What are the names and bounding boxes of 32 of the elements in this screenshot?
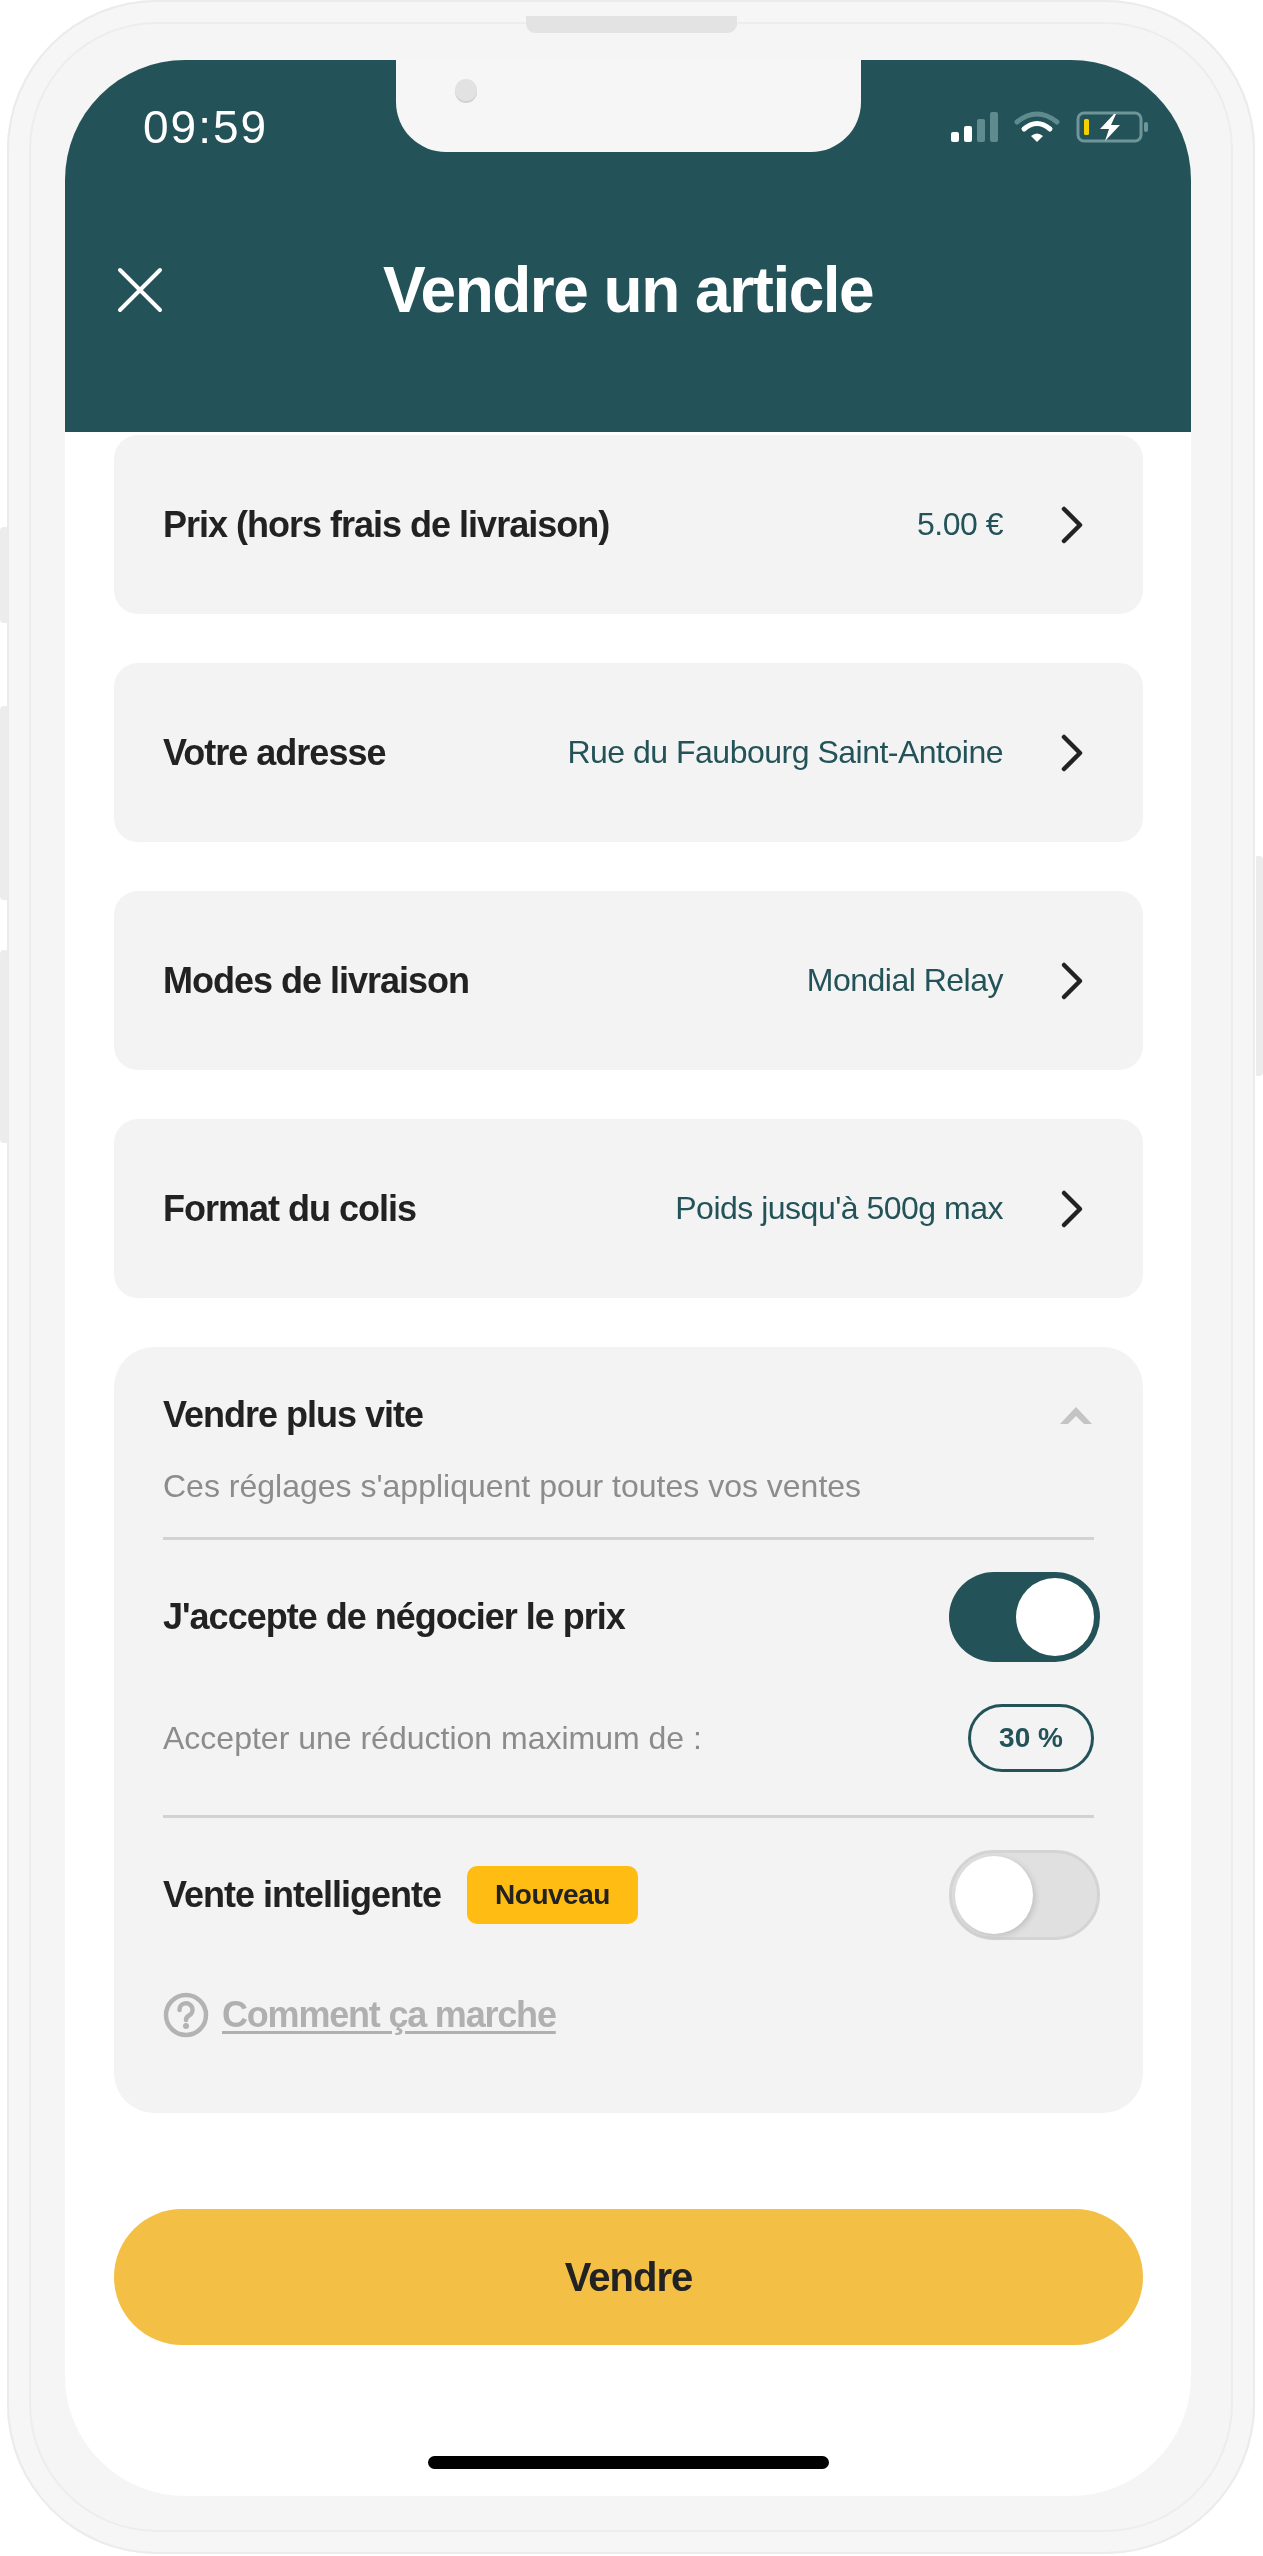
camera-dot-icon [455,79,477,101]
form-row[interactable]: Votre adresse Rue du Faubourg Saint-Antoine [114,663,1143,842]
close-icon[interactable] [117,267,163,313]
setting-label: Vente intelligente [163,1874,442,1916]
discount-label: Accepter une réduction maximum de : [163,1719,702,1757]
field-label: Votre adresse [163,731,386,774]
status-time: 09:59 [143,100,269,154]
field-value: Rue du Faubourg Saint-Antoine [566,734,1003,771]
wifi-icon [1014,111,1060,143]
new-badge: Nouveau [467,1866,638,1924]
setting-label: J'accepte de négocier le prix [163,1596,625,1638]
field-value: Mondial Relay [805,962,1003,999]
form-row[interactable]: Prix (hors frais de livraison) 5.00 € [114,435,1143,614]
chevron-right-icon [1060,504,1084,545]
form-row[interactable]: Format du colis Poids jusqu'à 500g max [114,1119,1143,1298]
field-label: Modes de livraison [163,959,470,1002]
field-value: 5.00 € [916,506,1003,543]
sell-button[interactable]: Vendre [114,2209,1143,2345]
battery-charging-icon [1076,111,1149,143]
chevron-right-icon [1060,960,1084,1001]
signal-icon [951,112,998,142]
section-subtitle: Ces réglages s'appliquent pour toutes vos ventes [163,1467,863,1506]
section-title: Vendre plus vite [163,1393,424,1437]
discount-value-pill[interactable]: 30 % [968,1704,1094,1772]
field-label: Prix (hors frais de livraison) [163,503,610,546]
field-value: Poids jusqu'à 500g max [674,1190,1003,1227]
page-title: Vendre un article [382,254,874,326]
field-label: Format du colis [163,1187,417,1230]
chevron-right-icon [1060,732,1084,773]
form-row[interactable]: Modes de livraison Mondial Relay [114,891,1143,1070]
help-icon [163,1992,209,2038]
chevron-right-icon [1060,1188,1084,1229]
